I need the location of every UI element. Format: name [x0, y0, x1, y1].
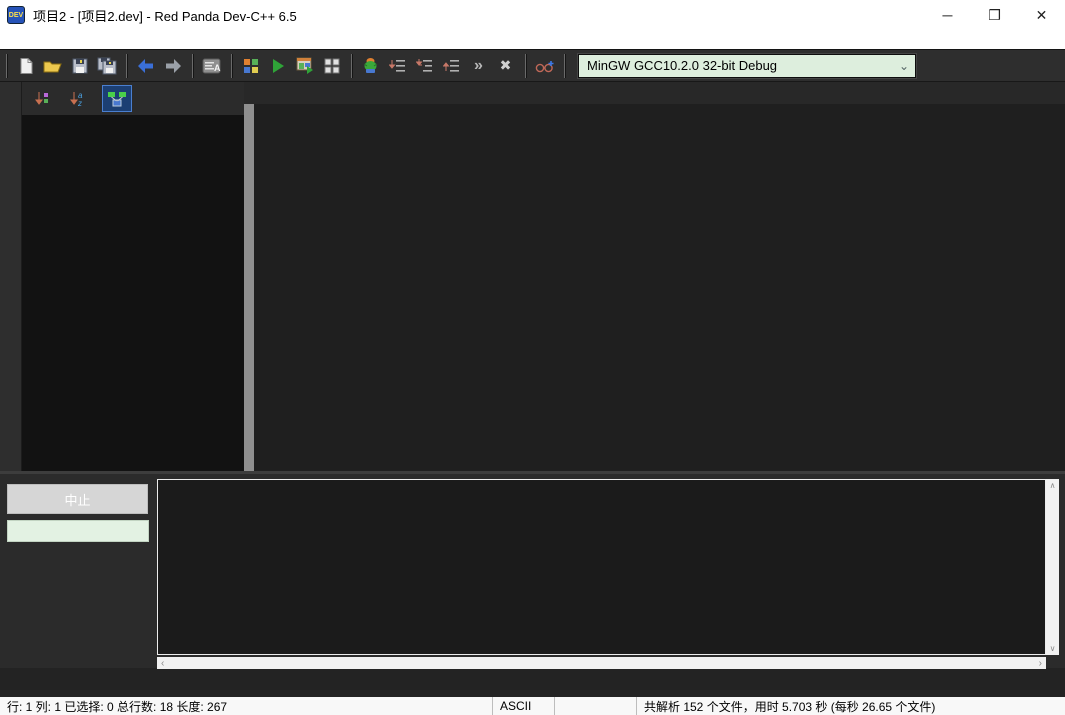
continue-button[interactable]: » — [465, 53, 492, 79]
svg-text:z: z — [77, 99, 82, 107]
reformat-code-button[interactable]: A — [198, 53, 225, 79]
maximize-button[interactable]: ❒ — [971, 0, 1018, 30]
step-out-icon — [443, 58, 461, 74]
rebuild-all-icon — [324, 58, 340, 74]
status-encoding: ASCII — [493, 697, 555, 715]
structure-tree[interactable] — [22, 115, 244, 471]
step-over-icon — [389, 58, 407, 74]
code-editor[interactable] — [244, 104, 1065, 471]
structure-panel-toolbar: az — [22, 82, 244, 115]
compile-log-panel: 中止 ∧ ∨ ‹ › — [0, 474, 1065, 668]
vertical-scrollbar[interactable]: ∧ ∨ — [1046, 479, 1059, 655]
new-file-button[interactable] — [12, 53, 39, 79]
status-parse-info: 共解析 152 个文件，用时 5.703 秒 (每秒 26.65 个文件) — [637, 697, 1065, 715]
save-all-button[interactable] — [93, 53, 120, 79]
editor-area — [244, 82, 1065, 471]
main-area: az — [0, 82, 1065, 471]
step-into-icon — [416, 58, 434, 74]
sidebar-tab-strip — [0, 82, 22, 471]
class-view-button[interactable] — [102, 85, 132, 112]
reformat-code-icon: A — [202, 57, 221, 75]
sort-by-type-button[interactable] — [32, 88, 54, 110]
app-icon: DEV — [7, 6, 25, 24]
title-bar: DEV 项目2 - [项目2.dev] - Red Panda Dev-C++ … — [0, 0, 1065, 30]
sort-alphabetically-button[interactable]: az — [67, 88, 89, 110]
status-bar: 行: 1 列: 1 已选择: 0 总行数: 18 长度: 267 ASCII 共… — [0, 697, 1065, 715]
editor-tab-bar — [244, 82, 1065, 104]
back-button[interactable] — [132, 53, 159, 79]
menu-bar — [0, 30, 1065, 49]
back-arrow-icon — [136, 58, 156, 74]
scroll-right-icon[interactable]: › — [1039, 658, 1042, 669]
horizontal-scrollbar[interactable]: ‹ › — [157, 657, 1046, 669]
save-button[interactable] — [66, 53, 93, 79]
forward-button[interactable] — [159, 53, 186, 79]
stop-icon: ✖ — [500, 57, 512, 74]
toolbar-grip[interactable] — [564, 54, 566, 78]
main-toolbar: A » ✖ MinGW GCC10.2.0 32-bit Debug ⌄ — [0, 49, 1065, 82]
compile-and-run-icon — [296, 57, 314, 74]
close-button[interactable]: ✕ — [1018, 0, 1065, 30]
compile-log-output[interactable] — [157, 479, 1046, 655]
status-cursor-info: 行: 1 列: 1 已选择: 0 总行数: 18 长度: 267 — [0, 697, 493, 715]
minimize-button[interactable]: ─ — [924, 0, 971, 30]
class-hierarchy-icon — [107, 90, 127, 108]
rebuild-all-button[interactable] — [318, 53, 345, 79]
save-icon — [71, 57, 89, 75]
open-button[interactable] — [39, 53, 66, 79]
add-watch-glasses-icon — [535, 58, 555, 74]
toolbar-grip[interactable] — [126, 54, 128, 78]
compiler-profile-value: MinGW GCC10.2.0 32-bit Debug — [579, 58, 893, 73]
window-controls: ─ ❒ ✕ — [924, 0, 1065, 30]
step-out-button[interactable] — [438, 53, 465, 79]
new-file-icon — [17, 57, 35, 75]
compile-button[interactable] — [237, 53, 264, 79]
compiler-profile-select[interactable]: MinGW GCC10.2.0 32-bit Debug ⌄ — [578, 54, 916, 78]
svg-text:A: A — [214, 63, 221, 73]
stop-button[interactable]: ✖ — [492, 53, 519, 79]
sort-by-type-icon — [35, 90, 51, 107]
toolbar-grip[interactable] — [6, 54, 8, 78]
step-into-button[interactable] — [411, 53, 438, 79]
run-icon — [270, 58, 286, 74]
chevron-down-icon: ⌄ — [893, 59, 915, 73]
panel-splitter-handle[interactable] — [244, 104, 254, 471]
scroll-down-icon[interactable]: ∨ — [1050, 644, 1056, 653]
toolbar-grip[interactable] — [525, 54, 527, 78]
compile-icon — [243, 58, 259, 74]
save-all-icon — [97, 57, 117, 75]
toolbar-grip[interactable] — [192, 54, 194, 78]
add-watch-button[interactable] — [531, 53, 558, 79]
toolbar-grip[interactable] — [351, 54, 353, 78]
debug-button[interactable] — [357, 53, 384, 79]
open-folder-icon — [43, 57, 62, 75]
scroll-up-icon[interactable]: ∧ — [1050, 481, 1056, 490]
toolbar-grip[interactable] — [231, 54, 233, 78]
continue-icon: » — [474, 57, 483, 75]
compile-progress-bar — [7, 520, 149, 542]
compile-and-run-button[interactable] — [291, 53, 318, 79]
scroll-left-icon[interactable]: ‹ — [161, 658, 164, 669]
structure-panel: az — [22, 82, 244, 471]
run-button[interactable] — [264, 53, 291, 79]
window-title: 项目2 - [项目2.dev] - Red Panda Dev-C++ 6.5 — [33, 6, 297, 25]
bottom-tab-bar — [0, 668, 1065, 697]
status-mode — [555, 697, 637, 715]
sort-alpha-icon: az — [70, 90, 86, 107]
step-over-button[interactable] — [384, 53, 411, 79]
forward-arrow-icon — [163, 58, 183, 74]
debug-bug-icon — [362, 57, 379, 74]
abort-button[interactable]: 中止 — [7, 484, 148, 514]
